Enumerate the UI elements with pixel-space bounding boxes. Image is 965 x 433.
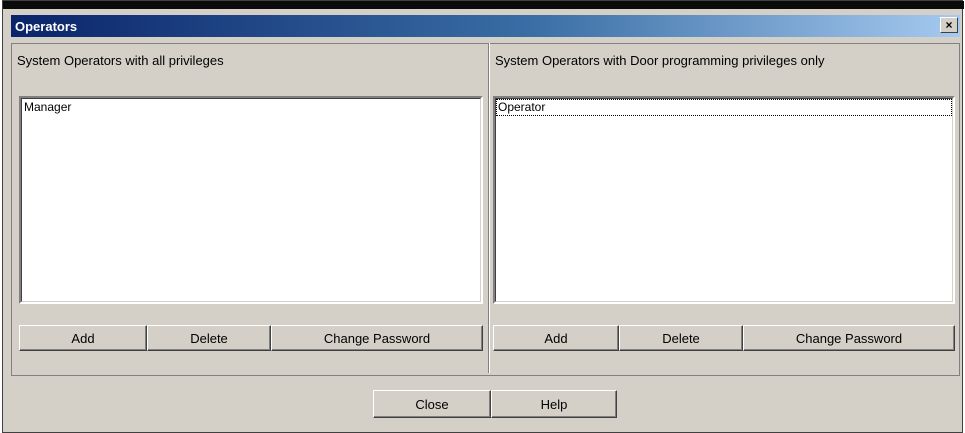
window-title: Operators bbox=[15, 18, 78, 34]
title-bar[interactable]: Operators × bbox=[11, 15, 960, 37]
list-item[interactable]: Manager bbox=[23, 100, 479, 115]
right-panel-header: System Operators with Door programming p… bbox=[495, 53, 825, 68]
close-window-button[interactable]: × bbox=[940, 17, 958, 33]
all-privileges-listbox[interactable]: Manager bbox=[19, 96, 483, 304]
right-add-button[interactable]: Add bbox=[493, 325, 619, 351]
left-change-password-button[interactable]: Change Password bbox=[271, 325, 483, 351]
window-top-edge bbox=[3, 1, 964, 9]
list-item[interactable]: Operator bbox=[496, 99, 952, 116]
left-panel-header: System Operators with all privileges bbox=[17, 53, 224, 68]
operators-window: Operators × System Operators with all pr… bbox=[2, 0, 964, 433]
close-button[interactable]: Close bbox=[373, 390, 491, 418]
close-icon: × bbox=[945, 18, 953, 32]
help-button[interactable]: Help bbox=[491, 390, 617, 418]
left-delete-button[interactable]: Delete bbox=[147, 325, 271, 351]
right-change-password-button[interactable]: Change Password bbox=[743, 325, 955, 351]
right-delete-button[interactable]: Delete bbox=[619, 325, 743, 351]
panel-divider bbox=[488, 43, 490, 373]
door-privileges-listbox[interactable]: Operator bbox=[493, 96, 955, 304]
left-add-button[interactable]: Add bbox=[19, 325, 147, 351]
